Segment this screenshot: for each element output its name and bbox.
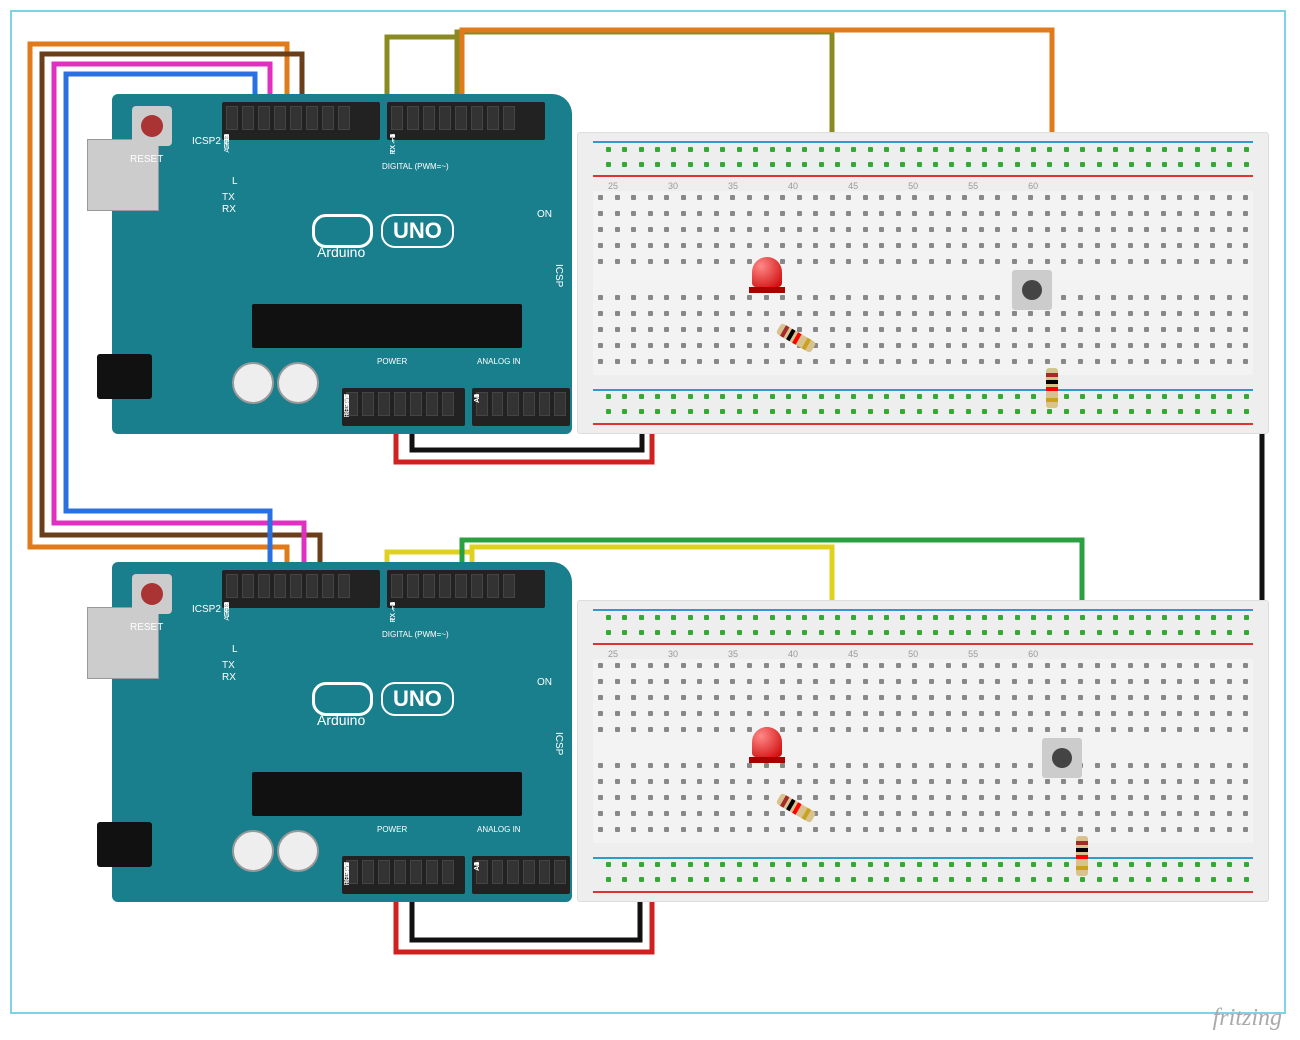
usb-port-icon [87, 139, 159, 211]
digital-header-label: DIGITAL (PWM=~) [382, 162, 449, 171]
bb-col-30: 30 [668, 181, 678, 191]
bb-col-50: 50 [908, 181, 918, 191]
reset-button [132, 106, 172, 146]
reset-button [132, 574, 172, 614]
bb-col-40: 40 [788, 181, 798, 191]
resistor-button-1 [1046, 368, 1058, 408]
digital-header-left [222, 102, 380, 140]
arduino-uno-2: RESET ICSP2 AREF GND 13 12 ~11 ~10 ~9 8 … [112, 562, 572, 902]
fritzing-watermark: fritzing [1213, 1005, 1282, 1032]
led-1 [752, 257, 782, 295]
atmega-chip-icon [252, 772, 522, 816]
bb-col-45: 45 [848, 181, 858, 191]
breadboard-1: for(let i=0;i<200;i++)document.write('<d… [577, 132, 1269, 434]
bb-col-35: 35 [728, 181, 738, 191]
digital-header-right [387, 102, 545, 140]
diagram-canvas: for(let i=0;i<200;i++)document.write('<d… [10, 10, 1286, 1014]
resistor-button-2 [1076, 836, 1088, 876]
bb-col-25: 25 [608, 181, 618, 191]
bb-col-55: 55 [968, 181, 978, 191]
icsp2-label: ICSP2 [192, 136, 221, 147]
power-header [342, 388, 465, 426]
arduino-uno-1: RESET ICSP2 AREF GND 13 12 ~11 ~10 ~9 8 … [112, 94, 572, 434]
led-2 [752, 727, 782, 765]
pushbutton-2 [1042, 738, 1082, 778]
analog-header [472, 388, 570, 426]
arduino-logo: UNO [312, 214, 454, 248]
dc-jack-icon [97, 822, 152, 867]
bb-col-60: 60 [1028, 181, 1038, 191]
infinity-icon [312, 214, 373, 248]
arduino-logo: UNO [312, 682, 454, 716]
arduino-brand: Arduino [317, 244, 365, 260]
reset-label: RESET [130, 154, 163, 165]
pushbutton-1 [1012, 270, 1052, 310]
capacitor-icon [277, 362, 319, 404]
uno-label: UNO [381, 214, 454, 248]
infinity-icon [312, 682, 373, 716]
breadboard-2: for(let i=0;i<200;i++)document.write('<d… [577, 600, 1269, 902]
atmega-chip-icon [252, 304, 522, 348]
capacitor-icon [232, 362, 274, 404]
dc-jack-icon [97, 354, 152, 399]
usb-port-icon [87, 607, 159, 679]
